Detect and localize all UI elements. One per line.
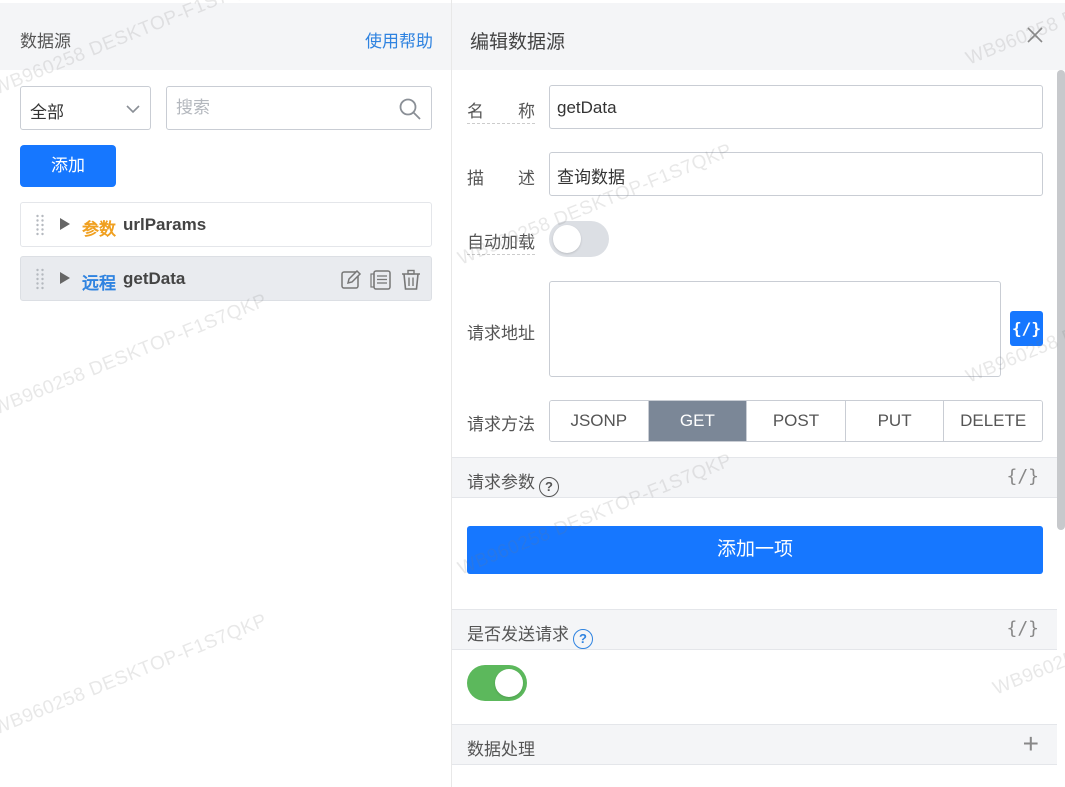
right-panel-title: 编辑数据源 (470, 32, 566, 53)
section-title-text: 是否发送请求 (467, 625, 569, 644)
edit-icon[interactable] (339, 268, 363, 292)
request-url-label: 请求地址 (467, 324, 535, 343)
scrollbar[interactable] (1057, 70, 1065, 530)
left-panel-header: 数据源 使用帮助 (0, 3, 451, 70)
data-source-name: getData (123, 269, 186, 288)
description-label: 描 述 (467, 169, 535, 188)
search-box (166, 86, 432, 130)
section-title: 数据处理 (467, 740, 535, 759)
description-field (549, 152, 1043, 196)
method-option-post[interactable]: POST (747, 401, 846, 441)
data-processing-section: 数据处理 + (452, 724, 1057, 765)
request-method-group: JSONP GET POST PUT DELETE (549, 400, 1043, 442)
help-icon[interactable]: ? (573, 629, 593, 649)
data-source-name: urlParams (123, 215, 207, 234)
description-input[interactable] (557, 160, 1027, 190)
delete-icon[interactable] (399, 268, 423, 292)
search-icon[interactable] (398, 97, 422, 121)
request-url-textarea[interactable] (549, 281, 1001, 377)
toggle-knob (495, 669, 523, 697)
copy-icon[interactable] (369, 268, 393, 292)
expand-arrow-icon[interactable] (60, 272, 70, 284)
filter-select[interactable]: 全部 (20, 86, 151, 130)
name-field (549, 85, 1043, 129)
left-panel-title: 数据源 (20, 32, 71, 51)
drag-handle-icon[interactable] (35, 214, 45, 236)
right-panel: 编辑数据源 名 称 描 述 自动加载 请求地址 {/} 请求方法 JSONP G… (452, 0, 1065, 787)
send-request-toggle[interactable] (467, 665, 527, 701)
name-input[interactable] (557, 93, 1027, 123)
method-option-delete[interactable]: DELETE (944, 401, 1042, 441)
close-icon[interactable] (1025, 25, 1045, 45)
send-request-section: 是否发送请求? {/} (452, 609, 1057, 650)
chevron-down-icon (126, 105, 140, 114)
plus-icon[interactable]: + (1023, 728, 1039, 760)
autoload-label: 自动加载 (467, 228, 535, 255)
request-method-label: 请求方法 (467, 415, 535, 434)
help-icon[interactable]: ? (539, 477, 559, 497)
data-source-editor: 数据源 使用帮助 全部 添加 (0, 0, 1065, 787)
code-expression-button[interactable]: {/} (1006, 466, 1039, 487)
section-title: 是否发送请求? (467, 620, 593, 649)
method-option-put[interactable]: PUT (845, 401, 945, 441)
help-link[interactable]: 使用帮助 (365, 27, 433, 52)
drag-handle-icon[interactable] (35, 268, 45, 290)
toggle-knob (553, 225, 581, 253)
section-title: 请求参数? (467, 468, 559, 497)
data-source-type-tag: 参数 (82, 220, 116, 239)
right-panel-header: 编辑数据源 (452, 3, 1065, 70)
left-panel: 数据源 使用帮助 全部 添加 (0, 0, 452, 787)
request-params-section: 请求参数? {/} (452, 457, 1057, 498)
autoload-toggle[interactable] (549, 221, 609, 257)
add-data-source-button[interactable]: 添加 (20, 145, 116, 187)
data-source-item[interactable]: 远程 getData (20, 256, 432, 301)
filter-select-value: 全部 (30, 103, 64, 122)
code-expression-button[interactable]: {/} (1010, 311, 1043, 346)
data-source-item[interactable]: 参数 urlParams (20, 202, 432, 247)
method-option-jsonp[interactable]: JSONP (550, 401, 649, 441)
code-expression-button[interactable]: {/} (1006, 618, 1039, 639)
add-item-button[interactable]: 添加一项 (467, 526, 1043, 574)
name-label: 名 称 (467, 97, 535, 124)
search-input[interactable] (176, 93, 386, 123)
data-source-type-tag: 远程 (82, 274, 116, 293)
expand-arrow-icon[interactable] (60, 218, 70, 230)
row-actions (339, 268, 423, 292)
section-title-text: 请求参数 (467, 473, 535, 492)
method-option-get[interactable]: GET (648, 401, 748, 441)
